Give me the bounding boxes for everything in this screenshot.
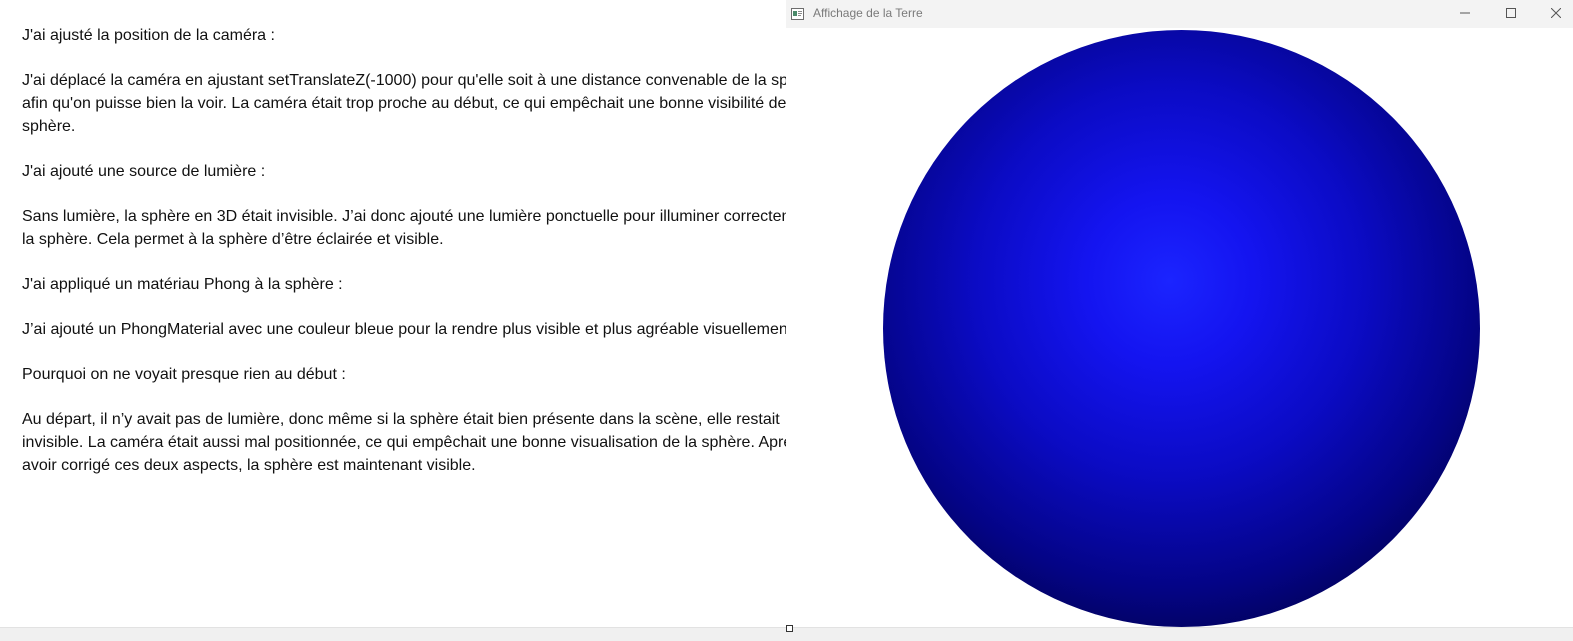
paragraph-why: Au départ, il n’y avait pas de lumière, …	[22, 411, 801, 474]
3d-scene-viewport[interactable]	[786, 28, 1573, 627]
blue-sphere	[883, 30, 1480, 627]
minimize-icon	[1460, 5, 1470, 23]
app-window: Affichage de la Terre	[786, 0, 1573, 627]
heading-why: Pourquoi on ne voyait presque rien au dé…	[22, 366, 346, 383]
paragraph-material: J’ai ajouté un PhongMaterial avec une co…	[22, 321, 797, 338]
heading-light: J'ai ajouté une source de lumière :	[22, 163, 266, 180]
close-button[interactable]	[1533, 0, 1573, 28]
paragraph-camera: J'ai déplacé la caméra en ajustant setTr…	[22, 72, 820, 135]
title-bar[interactable]: Affichage de la Terre	[786, 0, 1573, 28]
heading-material: J'ai appliqué un matériau Phong à la sph…	[22, 276, 343, 293]
heading-camera: J'ai ajusté la position de la caméra :	[22, 27, 275, 44]
paragraph-light: Sans lumière, la sphère en 3D était invi…	[22, 208, 818, 248]
close-icon	[1550, 5, 1562, 23]
window-app-icon	[791, 7, 804, 20]
window-title: Affichage de la Terre	[813, 6, 923, 20]
resize-handle-icon[interactable]	[786, 625, 793, 632]
screen: J'ai ajusté la position de la caméra : J…	[0, 0, 1573, 641]
minimize-button[interactable]	[1442, 0, 1488, 28]
document-text: J'ai ajusté la position de la caméra : J…	[22, 24, 822, 499]
maximize-icon	[1506, 5, 1516, 23]
maximize-button[interactable]	[1488, 0, 1534, 28]
